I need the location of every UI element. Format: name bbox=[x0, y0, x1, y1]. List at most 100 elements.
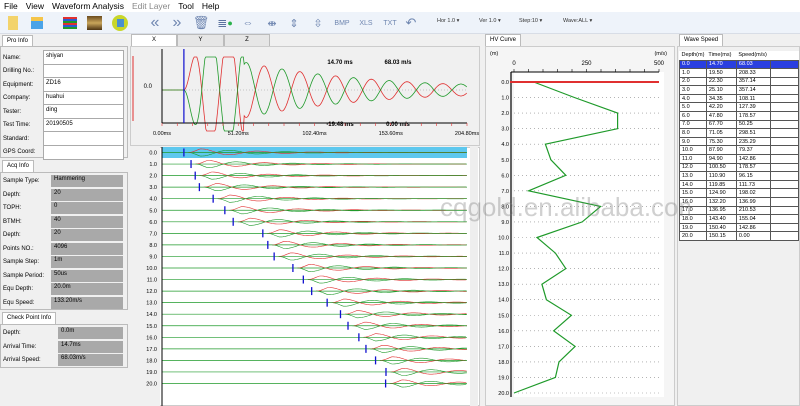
trace-wave-red bbox=[217, 194, 467, 202]
toolbar: « » 🗑 ≣ ● ⇔ ⇼ ⇕ ⇳ BMP XLS TXT ↶ Hor 1.0 ▾… bbox=[0, 12, 800, 34]
table-cell: 7.0 bbox=[679, 119, 707, 130]
table-row[interactable]: 16.0 132.20 136.99 bbox=[679, 197, 799, 207]
export-bmp-button[interactable]: BMP bbox=[332, 14, 352, 32]
depth-tick-label: 20.0 bbox=[498, 391, 509, 397]
tab-z[interactable]: Z bbox=[224, 34, 270, 46]
table-row[interactable]: 18.0 143.40 155.04 bbox=[679, 214, 799, 224]
hv-curve-chart: (m) (m/s)0 250 5000.01.02.03.04.05.06.07.08… bbox=[490, 51, 667, 397]
table-row[interactable]: 5.0 42.20 127.39 bbox=[679, 102, 799, 113]
trace-depth-label: 8.0 bbox=[149, 243, 157, 249]
table-row[interactable]: 15.0 124.90 198.02 bbox=[679, 188, 799, 198]
waveform-icon[interactable] bbox=[62, 14, 78, 32]
menu-view[interactable]: View bbox=[26, 0, 44, 12]
add-layer-icon[interactable]: ≣ ● bbox=[217, 14, 233, 32]
table-cell-empty bbox=[769, 85, 799, 95]
tab-wave-speed[interactable]: Wave Speed bbox=[679, 34, 724, 46]
table-cell: 150.40 bbox=[705, 222, 737, 233]
table-row[interactable]: 13.0 110.90 96.15 bbox=[679, 171, 799, 181]
column-header[interactable]: Speed(m/s) bbox=[736, 51, 770, 60]
table-cell: 22.30 bbox=[705, 76, 737, 87]
export-txt-button[interactable]: TXT bbox=[381, 14, 399, 32]
trace-wave-green bbox=[195, 161, 466, 168]
table-cell: 235.29 bbox=[735, 136, 771, 147]
tab-y[interactable]: Y bbox=[177, 34, 224, 46]
waveform-list[interactable]: 0.0 1.0 2.0 3.0 4.0 5.0 6.0 7.0 8.0 9.0 10.0 11.0 12… bbox=[130, 147, 480, 406]
table-cell: 71.05 bbox=[705, 128, 737, 138]
report-icon[interactable] bbox=[111, 14, 129, 32]
table-row[interactable]: 7.0 67.70 50.25 bbox=[679, 119, 799, 130]
menu-help[interactable]: Help bbox=[202, 0, 219, 12]
table-row[interactable]: 11.0 94.90 142.86 bbox=[679, 154, 799, 164]
table-cell: 298.51 bbox=[735, 128, 771, 138]
trace-depth-label: 9.0 bbox=[149, 254, 157, 260]
h-expand-icon[interactable]: ⇔ bbox=[240, 14, 256, 32]
table-row[interactable]: 3.0 25.10 357.14 bbox=[679, 85, 799, 95]
depth-tick-label: 15.0 bbox=[498, 313, 509, 319]
table-cell: 208.33 bbox=[735, 68, 771, 78]
layer-image-icon[interactable] bbox=[86, 14, 102, 32]
column-header[interactable]: Depth(m) bbox=[680, 51, 707, 60]
table-row[interactable]: 1.0 19.50 208.33 bbox=[679, 68, 799, 78]
next-icon[interactable]: » bbox=[170, 14, 184, 32]
new-file-icon[interactable] bbox=[6, 14, 20, 32]
table-row[interactable]: 17.0 136.95 210.53 bbox=[679, 205, 799, 216]
menu-edit-layer[interactable]: Edit Layer bbox=[132, 0, 170, 12]
depth-tick-label: 13.0 bbox=[498, 282, 509, 288]
hor-scale-dropdown[interactable]: Hor 1.0 ▾ bbox=[437, 18, 459, 24]
table-row[interactable]: 2.0 22.30 357.14 bbox=[679, 76, 799, 87]
tab-hv-curve[interactable]: HV Curve bbox=[485, 34, 522, 46]
step-dropdown[interactable]: Step:10 ▾ bbox=[519, 18, 542, 24]
table-cell-empty bbox=[769, 222, 799, 233]
table-row[interactable]: 10.0 87.90 79.37 bbox=[679, 145, 799, 156]
table-row[interactable]: 4.0 34.35 108.11 bbox=[679, 93, 799, 104]
delete-icon[interactable]: 🗑 bbox=[193, 14, 210, 32]
trace-depth-label: 3.0 bbox=[149, 185, 157, 191]
tab-check-point-info[interactable]: Check Point Info bbox=[2, 312, 57, 324]
save-icon[interactable] bbox=[30, 14, 44, 32]
v-shrink-icon[interactable]: ⇳ bbox=[312, 14, 324, 32]
wave-dropdown[interactable]: Wave:ALL ▾ bbox=[563, 18, 592, 24]
table-row[interactable]: 20.0 150.15 0.00 bbox=[679, 231, 799, 241]
table-row[interactable]: 8.0 71.05 298.51 bbox=[679, 128, 799, 138]
tab-x[interactable]: X bbox=[131, 34, 177, 46]
check-point-panel: Depth: 0.0m Arrival Time: 14.7ms Arrival Spe… bbox=[0, 324, 128, 368]
field-arrivalspeed: Arrival Speed: 68.03m/s bbox=[3, 354, 123, 366]
prev-icon[interactable]: « bbox=[148, 14, 162, 32]
x-wave-green bbox=[162, 56, 467, 132]
table-cell: 100.50 bbox=[705, 162, 737, 173]
depth-tick-label: 3.0 bbox=[501, 127, 509, 133]
table-row[interactable]: 12.0 100.50 178.57 bbox=[679, 162, 799, 173]
table-cell-empty bbox=[769, 128, 799, 138]
field-value[interactable] bbox=[43, 144, 124, 160]
top-waveform-chart[interactable]: 0.0 14.70 ms 68.03 m/s -19.48 ms 0.00 m/s 0.0… bbox=[130, 46, 480, 146]
waveform-list-scrollbar[interactable] bbox=[470, 147, 478, 406]
depth-tick-label: 17.0 bbox=[498, 344, 509, 350]
undo-icon[interactable]: ↶ bbox=[404, 14, 418, 32]
table-row[interactable]: 19.0 150.40 142.86 bbox=[679, 222, 799, 233]
trace-depth-label: 11.0 bbox=[147, 278, 157, 284]
trace-wave-green bbox=[229, 207, 467, 215]
table-cell: 357.14 bbox=[735, 85, 771, 95]
tab-acq-info[interactable]: Acq Info bbox=[2, 160, 35, 172]
depth-tick-label: 10.0 bbox=[498, 236, 509, 242]
table-row[interactable]: 9.0 75.30 235.29 bbox=[679, 136, 799, 147]
menu-file[interactable]: File bbox=[4, 0, 18, 12]
x-tick-label: 500 bbox=[654, 61, 665, 67]
menu-tool[interactable]: Tool bbox=[178, 0, 194, 12]
column-header[interactable]: Time(ms) bbox=[706, 51, 736, 60]
table-row[interactable]: 0.0 14.70 68.03 bbox=[679, 59, 799, 70]
v-expand-icon[interactable]: ⇕ bbox=[288, 14, 300, 32]
menu-waveform-analysis[interactable]: Waveform Analysis bbox=[52, 0, 124, 12]
table-row[interactable]: 14.0 119.85 111.73 bbox=[679, 179, 799, 190]
ver-scale-dropdown[interactable]: Ver 1.0 ▾ bbox=[479, 18, 501, 24]
table-cell-empty bbox=[769, 171, 799, 181]
export-xls-button[interactable]: XLS bbox=[357, 14, 375, 32]
acq-info-panel: Sample Type: Hammering Depth: 20 TOPH: 0 BTMH:… bbox=[0, 172, 128, 310]
h-shrink-icon[interactable]: ⇼ bbox=[264, 14, 280, 32]
field-value: 20.0m bbox=[51, 283, 123, 295]
x-tick-label: 204.80ms bbox=[455, 131, 479, 137]
trace-wave-green bbox=[217, 196, 467, 203]
pro-info-panel: Name: shiyan Drilling No.: Equipment: ZD16 Co… bbox=[0, 46, 128, 160]
table-cell: 20.0 bbox=[679, 231, 707, 241]
table-row[interactable]: 6.0 47.80 178.57 bbox=[679, 111, 799, 121]
